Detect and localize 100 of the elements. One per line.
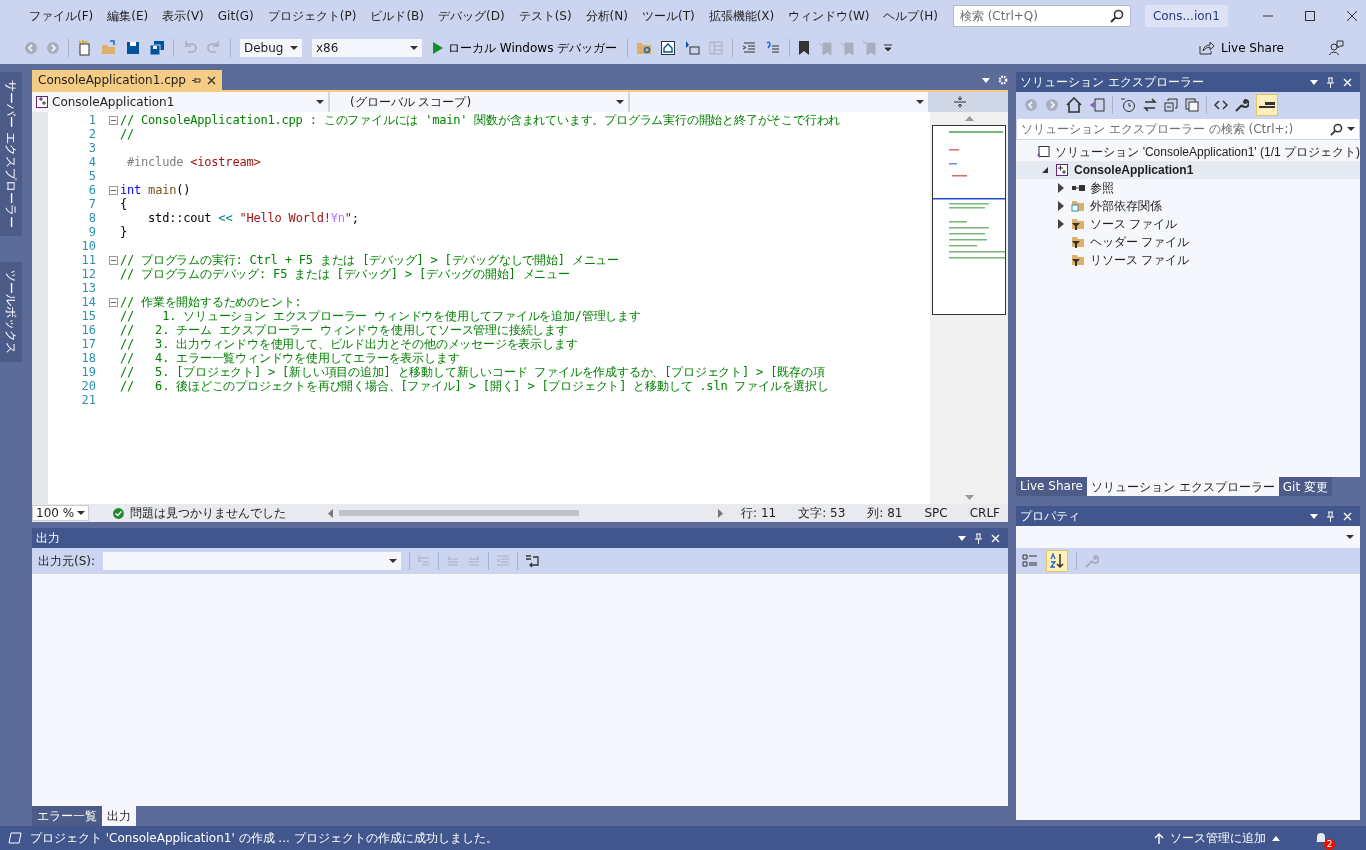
collapse-icon[interactable] [109,255,118,265]
show-all-files-icon[interactable] [1185,98,1199,112]
document-tab[interactable]: ConsoleApplication1.cpp [32,70,222,90]
menu-item[interactable]: ツール(T) [634,7,702,25]
dropdown-icon[interactable] [1310,79,1318,85]
side-tab[interactable]: サーバー エクスプローラー [0,72,22,236]
status-message: プロジェクト 'ConsoleApplication1' の作成 ... プロジェクトの作成に成功しました。 [30,829,499,847]
panel-tab[interactable]: Live Share [1016,477,1087,496]
code-line: // 作業を開始するためのヒント: [120,295,302,309]
code-icon[interactable] [1214,98,1228,112]
tree-item[interactable]: リソース ファイル [1016,251,1360,269]
issues-status[interactable]: 問題は見つかりませんでした [130,504,318,522]
tree-item[interactable]: ヘッダー ファイル [1016,233,1360,251]
close-icon[interactable] [206,75,216,85]
collapse-icon[interactable] [109,297,118,307]
menu-item[interactable]: 拡張機能(X) [701,7,782,25]
indent-icon[interactable] [741,40,758,56]
start-debugging-button[interactable]: ローカル Windows デバッガー [431,37,620,59]
platform-dropdown[interactable]: x86 [311,38,423,58]
line-number: 7 [87,197,96,211]
collapse-icon[interactable] [109,185,118,195]
open-folder-icon[interactable] [101,40,117,56]
menu-item[interactable]: デバッグ(D) [431,7,512,25]
dropdown-icon[interactable] [1310,513,1318,519]
panel-tab[interactable]: ソリューション エクスプローラー [1086,477,1279,496]
side-tab[interactable]: ツールボックス [0,262,22,362]
notification-bell-icon[interactable] [1314,831,1328,845]
menu-item[interactable]: ヘルプ(H) [876,7,945,25]
close-icon[interactable] [1345,10,1358,22]
menu-item[interactable]: ファイル(F) [22,7,101,25]
pin-icon[interactable] [974,532,983,544]
home-icon[interactable] [660,40,677,56]
zoom-dropdown[interactable]: 100 % [32,505,90,521]
wrench-icon[interactable] [1235,98,1249,112]
menu-item[interactable]: テスト(S) [511,7,579,25]
panel-tab[interactable]: 出力 [102,806,136,826]
code-line: } [120,225,128,239]
live-share-button[interactable]: Live Share [1193,40,1290,56]
save-all-icon[interactable] [149,40,165,56]
switch-views-icon[interactable] [1089,97,1105,113]
panel-tab[interactable]: Git 変更 [1278,477,1332,496]
line-number: 4 [87,155,96,169]
output-window-icon[interactable] [8,832,22,844]
tree-item[interactable]: ソリューション 'ConsoleApplication1' (1/1 プロジェクト) [1016,143,1360,161]
notification-count: 2 [1324,839,1335,850]
solution-icon [1036,145,1051,159]
pin-icon[interactable] [1326,510,1335,522]
expand-arrow-icon[interactable] [1042,167,1048,173]
menu-item[interactable]: Git(G) [210,9,261,23]
solution-search-box[interactable]: ソリューション エクスプローラー の検索 (Ctrl+;) [1016,118,1360,140]
tree-item[interactable]: ConsoleApplication1 [1016,161,1360,179]
word-wrap-icon[interactable] [525,554,540,568]
maximize-icon[interactable] [1303,10,1316,22]
search-field[interactable]: 検索 (Ctrl+Q) [959,9,1110,23]
home-icon[interactable] [1066,97,1082,113]
bookmark-icon[interactable] [798,40,811,56]
minimap-drawing[interactable] [932,125,1006,315]
configuration-dropdown[interactable]: Debug [239,38,303,58]
comment-lines-icon[interactable] [765,40,782,56]
solution-name-badge[interactable]: Cons...ion1 [1144,5,1228,27]
new-item-icon[interactable] [77,40,93,56]
sync-icon[interactable] [1143,98,1157,112]
overflow-icon[interactable] [884,44,893,52]
menu-item[interactable]: ビルド(B) [363,7,431,25]
menu-item[interactable]: 編集(E) [100,7,156,25]
solution-search-field[interactable]: ソリューション エクスプローラー の検索 (Ctrl+;) [1021,122,1326,136]
scroll-right-icon[interactable] [718,508,724,518]
menu-item[interactable]: 分析(N) [578,7,635,25]
output-source-label: 出力元(S): [38,552,96,570]
settings-icon[interactable] [998,75,1008,85]
scope-dropdown[interactable]: (グローバル スコープ) [330,92,628,112]
search-box[interactable]: 検索 (Ctrl+Q) [952,5,1131,27]
line-number: 10 [80,239,96,253]
source-control-button[interactable]: ソース管理に追加 [1148,828,1286,848]
menu-item[interactable]: ウィンドウ(W) [781,7,877,25]
folder-search-icon[interactable] [636,40,653,56]
line-number: 6 [87,183,96,197]
collapse-icon[interactable] [109,115,118,125]
preview-toggle[interactable] [1256,94,1278,116]
menu-item[interactable]: プロジェクト(P) [260,7,364,25]
scrollbar-thumb[interactable] [338,510,579,516]
save-icon[interactable] [125,40,141,56]
history-icon[interactable] [1120,97,1136,113]
categorized-icon[interactable] [1022,553,1038,569]
pin-icon[interactable] [1326,76,1335,88]
tree-item[interactable]: ソース ファイル [1016,215,1360,233]
feedback-icon[interactable] [1328,40,1344,56]
collapse-all-icon[interactable] [1164,98,1178,112]
project-dropdown[interactable]: ConsoleApplication1 [32,92,328,112]
menu-item[interactable]: 表示(V) [155,7,211,25]
tree-item[interactable]: 外部依存関係 [1016,197,1360,215]
dropdown-icon[interactable] [958,535,966,541]
scroll-left-icon[interactable] [327,508,333,518]
split-icon[interactable] [954,96,966,108]
pin-icon[interactable] [191,75,201,85]
dropdown-icon[interactable] [982,77,990,83]
alphabetical-toggle[interactable] [1046,550,1068,572]
tree-item[interactable]: 参照 [1016,179,1360,197]
panel-tab[interactable]: エラー一覧 [32,806,102,826]
step-icon[interactable] [684,40,701,56]
